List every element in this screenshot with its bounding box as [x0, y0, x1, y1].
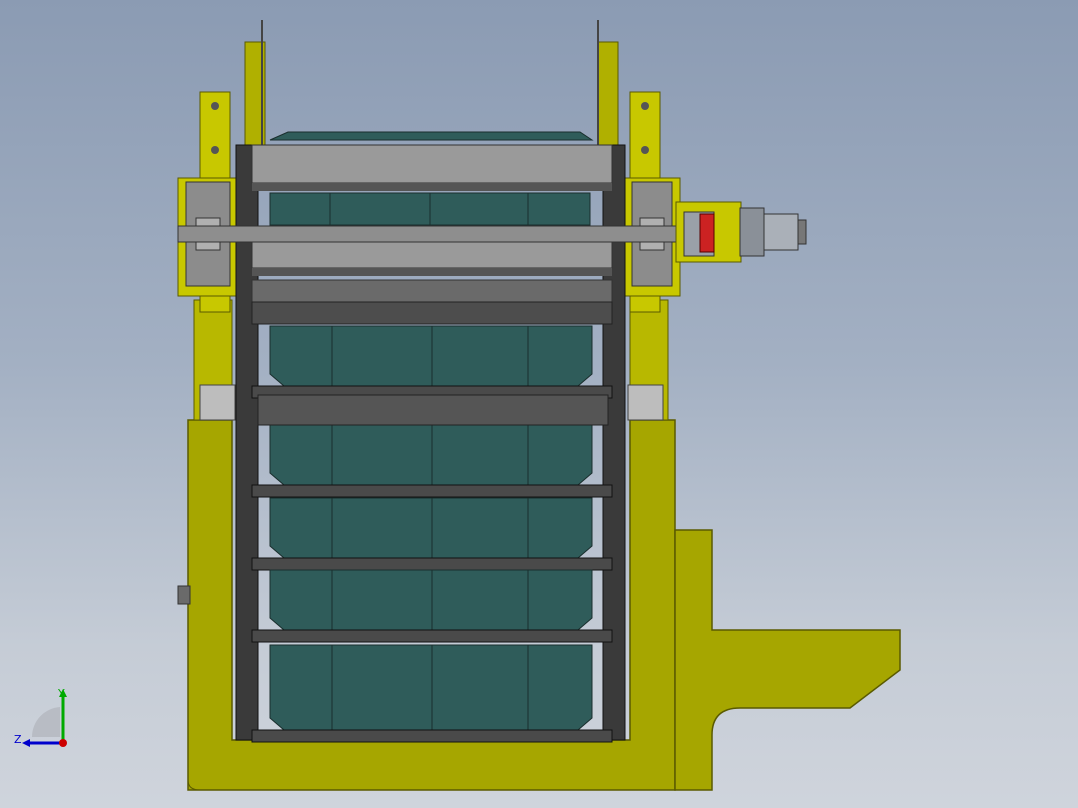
- bucket-elevator-model[interactable]: [0, 0, 1078, 808]
- side-guides: [257, 394, 609, 426]
- chain-crossbar: [251, 484, 613, 498]
- bucket: [269, 325, 593, 387]
- bucket: [269, 424, 593, 486]
- bucket: [269, 497, 593, 559]
- y-axis-label: Y: [58, 687, 65, 700]
- bucket-column: [251, 325, 613, 743]
- bucket: [269, 644, 593, 731]
- chain-crossbar: [251, 629, 613, 643]
- x-axis-dot: [59, 739, 67, 747]
- z-axis-arrow: [22, 739, 30, 747]
- chain-crossbar: [251, 729, 613, 743]
- coordinate-triad: Y Z: [10, 685, 80, 755]
- cad-viewport[interactable]: Y Z: [0, 0, 1078, 808]
- drive-motor: [675, 201, 807, 263]
- top-housing: [269, 131, 594, 141]
- z-axis-label: Z: [14, 733, 22, 746]
- triad-arc: [31, 707, 60, 737]
- bucket: [269, 569, 593, 631]
- chain-crossbar: [251, 557, 613, 571]
